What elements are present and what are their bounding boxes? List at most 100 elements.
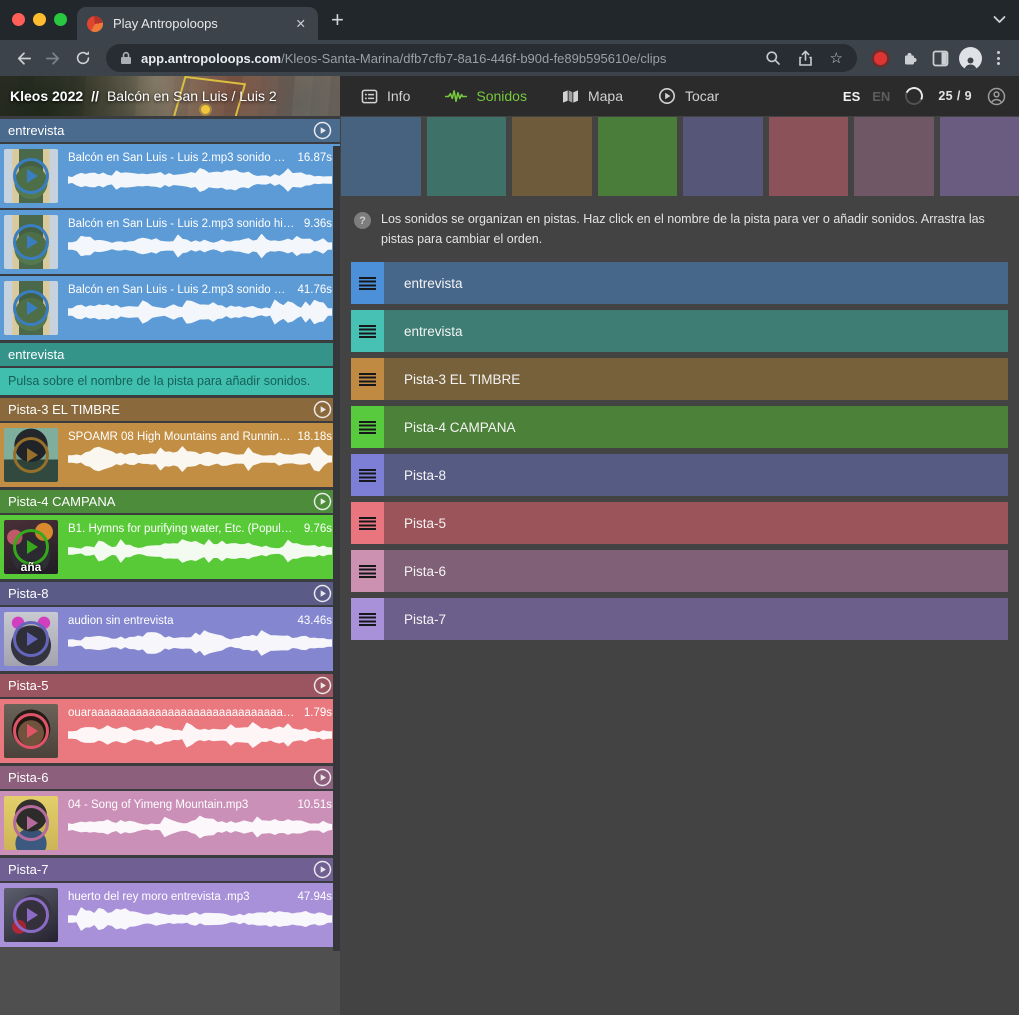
browser-tab[interactable]: Play Antropoloops ✕ <box>77 7 318 40</box>
track-play-button[interactable] <box>313 676 332 695</box>
screen-record-extension-icon[interactable] <box>865 52 895 65</box>
play-button-icon[interactable] <box>13 897 49 933</box>
track-row[interactable]: Pista-7 <box>351 598 1008 640</box>
clip-thumbnail[interactable] <box>4 796 58 850</box>
play-button-icon[interactable] <box>13 437 49 473</box>
track-name: entrevista <box>8 123 64 138</box>
share-icon[interactable] <box>798 50 813 67</box>
new-tab-button[interactable]: + <box>331 5 344 35</box>
zoom-page-icon[interactable] <box>765 50 781 66</box>
browser-menu-icon[interactable] <box>985 44 1011 72</box>
clip-item[interactable]: Balcón en San Luis - Luis 2.mp3 sonido h… <box>0 276 340 340</box>
nav-item-sonidos[interactable]: Sonidos <box>445 87 527 105</box>
project-banner[interactable]: Kleos 2022//Balcón en San Luis / Luis 2 <box>0 76 340 116</box>
clip-name: 04 - Song of Yimeng Mountain.mp3 <box>68 799 291 811</box>
tab-close-icon[interactable]: ✕ <box>294 16 308 31</box>
side-panel-icon[interactable] <box>925 44 955 72</box>
track-play-button[interactable] <box>313 584 332 603</box>
drag-handle-icon[interactable] <box>351 598 384 640</box>
track-row-body[interactable]: Pista-8 <box>384 454 1008 496</box>
back-button[interactable] <box>8 44 38 72</box>
clip-item[interactable]: huerto del rey moro entrevista .mp347.94… <box>0 883 340 947</box>
waveform <box>68 814 332 840</box>
track-row[interactable]: entrevista <box>351 310 1008 352</box>
clip-thumbnail[interactable] <box>4 704 58 758</box>
track-header[interactable]: Pista-4 CAMPANA <box>0 490 340 513</box>
clip-item[interactable]: Balcón en San Luis - Luis 2.mp3 sonido h… <box>0 144 340 208</box>
track-row-body[interactable]: Pista-3 EL TIMBRE <box>384 358 1008 400</box>
track-row-body[interactable]: Pista-5 <box>384 502 1008 544</box>
reload-button[interactable] <box>68 44 98 72</box>
play-button-icon[interactable] <box>13 621 49 657</box>
track-header[interactable]: Pista-6 <box>0 766 340 789</box>
clip-item[interactable]: ouaraaaaaaaaaaaaaaaaaaaaaaaaaaaaaaaaaaaa… <box>0 699 340 763</box>
nav-item-info[interactable]: Info <box>361 87 410 105</box>
clip-thumbnail[interactable] <box>4 281 58 335</box>
track-play-button[interactable] <box>313 121 332 140</box>
clip-item[interactable]: SPOAMR 08 High Mountains and Running ...… <box>0 423 340 487</box>
mapa-icon <box>562 89 579 104</box>
drag-handle-icon[interactable] <box>351 310 384 352</box>
track-row[interactable]: Pista-4 CAMPANA <box>351 406 1008 448</box>
track-header[interactable]: Pista-5 <box>0 674 340 697</box>
track-row-body[interactable]: Pista-7 <box>384 598 1008 640</box>
close-window-button[interactable] <box>12 13 25 26</box>
clip-item[interactable]: audion sin entrevista43.46s <box>0 607 340 671</box>
clip-name: B1. Hymns for purifying water, Etc. (Pop… <box>68 523 298 535</box>
play-button-icon[interactable] <box>13 158 49 194</box>
track-header[interactable]: entrevista <box>0 343 340 366</box>
clip-item[interactable]: aña B1. Hymns for purifying water, Etc. (… <box>0 515 340 579</box>
minimize-window-button[interactable] <box>33 13 46 26</box>
nav-item-tocar[interactable]: Tocar <box>658 87 719 105</box>
drag-handle-icon[interactable] <box>351 502 384 544</box>
tab-search-chevron-icon[interactable] <box>993 15 1006 24</box>
bookmark-star-icon[interactable]: ☆ <box>830 51 843 66</box>
clip-thumbnail[interactable]: aña <box>4 520 58 574</box>
play-button-icon[interactable] <box>13 713 49 749</box>
track-row-body[interactable]: Pista-4 CAMPANA <box>384 406 1008 448</box>
forward-button[interactable] <box>38 44 68 72</box>
clip-thumbnail[interactable] <box>4 149 58 203</box>
clip-thumbnail[interactable] <box>4 888 58 942</box>
address-bar[interactable]: app.antropoloops.com/Kleos-Santa-Marina/… <box>106 44 857 72</box>
clip-thumbnail[interactable] <box>4 612 58 666</box>
track-row-body[interactable]: entrevista <box>384 262 1008 304</box>
drag-handle-icon[interactable] <box>351 454 384 496</box>
extensions-puzzle-icon[interactable] <box>895 44 925 72</box>
track-play-button[interactable] <box>313 768 332 787</box>
track-row-body[interactable]: entrevista <box>384 310 1008 352</box>
track-row-body[interactable]: Pista-6 <box>384 550 1008 592</box>
clip-badge: aña <box>4 560 58 574</box>
play-button-icon[interactable] <box>13 224 49 260</box>
track-row[interactable]: entrevista <box>351 262 1008 304</box>
sidebar-scrollbar[interactable] <box>333 146 340 951</box>
clip-item[interactable]: 04 - Song of Yimeng Mountain.mp310.51s <box>0 791 340 855</box>
lang-es[interactable]: ES <box>843 89 860 104</box>
track-header[interactable]: Pista-7 <box>0 858 340 881</box>
clip-thumbnail[interactable] <box>4 428 58 482</box>
clip-thumbnail[interactable] <box>4 215 58 269</box>
track-play-button[interactable] <box>313 860 332 879</box>
play-button-icon[interactable] <box>13 805 49 841</box>
lang-en[interactable]: EN <box>872 89 890 104</box>
profile-avatar[interactable] <box>955 44 985 72</box>
account-icon[interactable] <box>987 87 1006 106</box>
track-play-button[interactable] <box>313 400 332 419</box>
drag-handle-icon[interactable] <box>351 406 384 448</box>
clip-name: ouaraaaaaaaaaaaaaaaaaaaaaaaaaaaaaaaaaaaa… <box>68 707 298 719</box>
play-button-icon[interactable] <box>13 290 49 326</box>
track-row[interactable]: Pista-6 <box>351 550 1008 592</box>
clip-item[interactable]: Balcón en San Luis - Luis 2.mp3 sonido h… <box>0 210 340 274</box>
drag-handle-icon[interactable] <box>351 550 384 592</box>
drag-handle-icon[interactable] <box>351 358 384 400</box>
track-header[interactable]: entrevista <box>0 119 340 142</box>
track-header[interactable]: Pista-8 <box>0 582 340 605</box>
track-header[interactable]: Pista-3 EL TIMBRE <box>0 398 340 421</box>
track-row[interactable]: Pista-3 EL TIMBRE <box>351 358 1008 400</box>
nav-item-mapa[interactable]: Mapa <box>562 87 623 105</box>
drag-handle-icon[interactable] <box>351 262 384 304</box>
fullscreen-window-button[interactable] <box>54 13 67 26</box>
track-row[interactable]: Pista-5 <box>351 502 1008 544</box>
track-play-button[interactable] <box>313 492 332 511</box>
track-row[interactable]: Pista-8 <box>351 454 1008 496</box>
